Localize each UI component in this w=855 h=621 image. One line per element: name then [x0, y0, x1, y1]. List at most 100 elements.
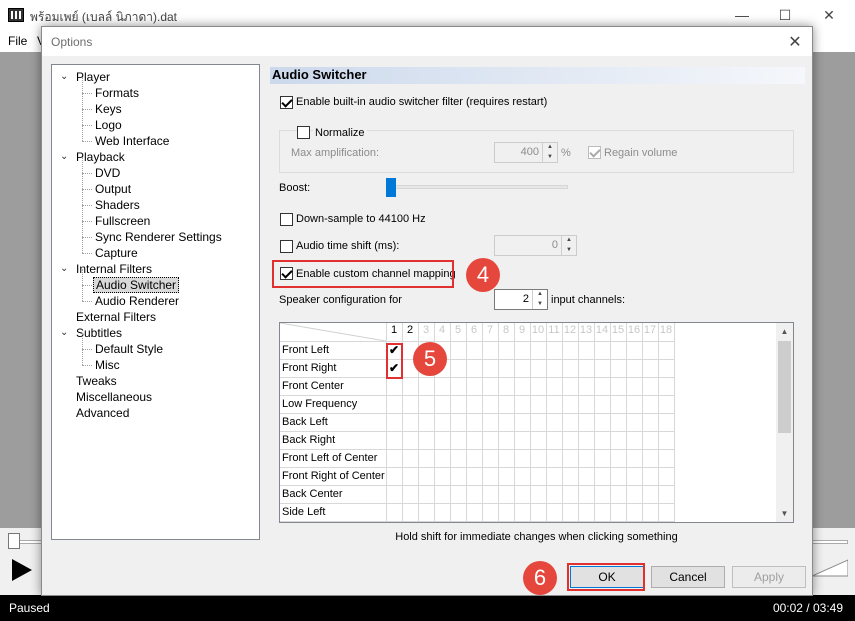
- minimize-icon[interactable]: —: [731, 4, 753, 26]
- tree-item-keys[interactable]: Keys: [93, 101, 124, 117]
- tree-connector: [82, 125, 83, 141]
- tree-item-audio-switcher[interactable]: Audio Switcher: [93, 277, 180, 293]
- tree-connector: [82, 285, 83, 301]
- boost-label: Boost:: [279, 182, 311, 194]
- grid-line: [642, 323, 643, 522]
- grid-line: [280, 449, 674, 450]
- tree-item-capture[interactable]: Capture: [93, 245, 140, 261]
- scroll-down-icon[interactable]: ▼: [776, 505, 793, 522]
- normalize-label: Normalize: [313, 127, 367, 139]
- grid-line: [280, 413, 674, 414]
- tree-item-formats[interactable]: Formats: [93, 85, 141, 101]
- grid-column-header: 13: [579, 324, 593, 336]
- tree-item-sync-renderer-settings[interactable]: Sync Renderer Settings: [93, 229, 224, 245]
- close-icon[interactable]: ✕: [818, 4, 840, 26]
- tree-item-dvd[interactable]: DVD: [93, 165, 122, 181]
- hint-text: Hold shift for immediate changes when cl…: [395, 531, 678, 543]
- grid-column-header: 15: [611, 324, 625, 336]
- scrollbar-thumb[interactable]: [778, 341, 791, 433]
- step-6-badge: 6: [523, 561, 557, 595]
- tree-item-logo[interactable]: Logo: [93, 117, 124, 133]
- max-amp-label: Max amplification:: [291, 147, 380, 159]
- tree-item-fullscreen[interactable]: Fullscreen: [93, 213, 152, 229]
- menu-file[interactable]: File: [8, 34, 27, 48]
- tree-connector: [82, 333, 83, 349]
- regain-volume-checkbox[interactable]: [588, 146, 601, 159]
- tree-item-advanced[interactable]: Advanced: [74, 405, 131, 421]
- tree-item-default-style[interactable]: Default Style: [93, 341, 165, 357]
- grid-row-label: Front Left: [282, 344, 330, 356]
- tree-connector: [82, 77, 83, 93]
- tree-connector: [82, 221, 83, 237]
- apply-button[interactable]: Apply: [732, 566, 806, 588]
- tree-connector: [82, 93, 92, 94]
- time-shift-spinner[interactable]: 0 ▲ ▼: [494, 235, 577, 256]
- tree-connector: [82, 189, 92, 190]
- play-button[interactable]: [12, 559, 32, 581]
- enable-filter-checkbox[interactable]: [280, 96, 293, 109]
- status-bar: Paused 00:02 / 03:49: [0, 595, 855, 621]
- tree-expand-icon[interactable]: ⌄: [60, 264, 70, 274]
- tree-item-audio-renderer[interactable]: Audio Renderer: [93, 293, 181, 309]
- options-dialog: Options ✕ ⌄ Player Formats Keys Logo Web Inte…: [41, 26, 813, 596]
- player-window-title: พร้อมเพย์ (เบลล์ นิภาดา).dat: [30, 10, 177, 24]
- scroll-up-icon[interactable]: ▲: [776, 323, 793, 340]
- grid-line: [498, 323, 499, 522]
- close-icon[interactable]: ✕: [784, 31, 806, 53]
- tree-connector: [82, 109, 83, 125]
- dialog-title-bar: Options ✕: [42, 27, 812, 56]
- normalize-checkbox[interactable]: [297, 126, 310, 139]
- tree-expand-icon[interactable]: ⌄: [60, 328, 70, 338]
- panel-header: Audio Switcher: [270, 67, 805, 84]
- tree-item-player[interactable]: Player: [74, 69, 112, 85]
- tree-connector: [82, 365, 92, 366]
- tree-item-web-interface[interactable]: Web Interface: [93, 133, 171, 149]
- max-amp-spinner[interactable]: 400 ▲ ▼: [494, 142, 558, 163]
- tree-connector: [82, 349, 92, 350]
- boost-slider-thumb[interactable]: [386, 178, 396, 197]
- time-shift-checkbox[interactable]: [280, 240, 293, 253]
- status-text: Paused: [9, 601, 50, 615]
- tree-item-miscellaneous[interactable]: Miscellaneous: [74, 389, 154, 405]
- regain-volume-label: Regain volume: [604, 147, 678, 159]
- boost-slider[interactable]: [387, 185, 568, 189]
- seek-thumb[interactable]: [8, 533, 20, 549]
- grid-row-label: Front Center: [282, 380, 344, 392]
- channel-mapping-grid[interactable]: ▲ ▼ 1 2 3 4 5 6 7 8 9 10 11 12 13 14 15 16 17 18 Front Lef…: [279, 322, 794, 523]
- grid-column-header: 10: [531, 324, 545, 336]
- grid-line: [280, 431, 674, 432]
- tree-connector: [82, 285, 92, 286]
- step-5-badge: 5: [413, 342, 447, 376]
- maximize-icon[interactable]: ☐: [774, 4, 796, 26]
- grid-column-header: 3: [422, 324, 430, 336]
- grid-line: [674, 323, 675, 522]
- max-amp-unit: %: [561, 147, 571, 159]
- grid-row-label: Back Left: [282, 416, 328, 428]
- downsample-checkbox[interactable]: [280, 213, 293, 226]
- cancel-button[interactable]: Cancel: [651, 566, 725, 588]
- tree-item-internal-filters[interactable]: Internal Filters: [74, 261, 154, 277]
- grid-line: [658, 323, 659, 522]
- tree-expand-icon[interactable]: ⌄: [60, 152, 70, 162]
- grid-column-header: 11: [548, 324, 560, 336]
- page-title: Audio Switcher: [272, 67, 367, 82]
- grid-row-label: Side Left: [282, 506, 326, 518]
- tree-item-output[interactable]: Output: [93, 181, 133, 197]
- grid-row-label: Low Frequency: [282, 398, 358, 410]
- tree-connector: [82, 221, 92, 222]
- options-tree[interactable]: ⌄ Player Formats Keys Logo Web Interface ⌄ Play…: [51, 64, 260, 540]
- channel-count-spinner[interactable]: 2 ▲ ▼: [494, 289, 548, 310]
- highlight-box-channel-checks: [386, 343, 403, 379]
- tree-item-tweaks[interactable]: Tweaks: [74, 373, 119, 389]
- grid-column-header: 14: [595, 324, 609, 336]
- tree-item-shaders[interactable]: Shaders: [93, 197, 142, 213]
- tree-item-misc[interactable]: Misc: [93, 357, 122, 373]
- grid-row-label: Back Right: [282, 434, 336, 446]
- grid-line: [280, 521, 674, 522]
- grid-row-label: Front Right of Center: [282, 470, 385, 482]
- grid-scrollbar[interactable]: ▲ ▼: [776, 323, 793, 522]
- grid-column-header: 5: [454, 324, 462, 336]
- tree-expand-icon[interactable]: ⌄: [60, 72, 70, 82]
- volume-slider[interactable]: [812, 558, 848, 578]
- tree-item-external-filters[interactable]: External Filters: [74, 309, 158, 325]
